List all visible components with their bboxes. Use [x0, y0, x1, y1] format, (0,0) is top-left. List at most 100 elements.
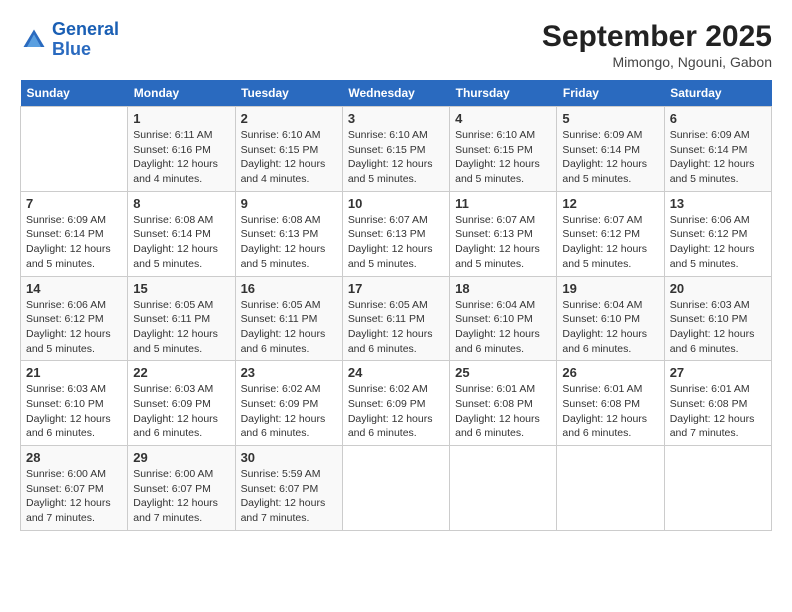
day-cell: 30 Sunrise: 5:59 AM Sunset: 6:07 PM Dayli… [235, 446, 342, 531]
calendar-subtitle: Mimongo, Ngouni, Gabon [542, 54, 772, 70]
title-block: September 2025 Mimongo, Ngouni, Gabon [542, 20, 772, 70]
day-cell: 25 Sunrise: 6:01 AM Sunset: 6:08 PM Dayli… [450, 361, 557, 446]
day-cell: 22 Sunrise: 6:03 AM Sunset: 6:09 PM Dayli… [128, 361, 235, 446]
header-row: SundayMondayTuesdayWednesdayThursdayFrid… [21, 80, 772, 107]
day-number: 21 [26, 365, 122, 380]
day-number: 11 [455, 196, 551, 211]
day-info: Sunrise: 6:00 AM Sunset: 6:07 PM Dayligh… [26, 467, 122, 526]
day-number: 8 [133, 196, 229, 211]
day-number: 10 [348, 196, 444, 211]
day-info: Sunrise: 6:03 AM Sunset: 6:10 PM Dayligh… [26, 382, 122, 441]
day-cell: 21 Sunrise: 6:03 AM Sunset: 6:10 PM Dayli… [21, 361, 128, 446]
day-cell [664, 446, 771, 531]
day-cell: 13 Sunrise: 6:06 AM Sunset: 6:12 PM Dayli… [664, 191, 771, 276]
day-cell: 10 Sunrise: 6:07 AM Sunset: 6:13 PM Dayli… [342, 191, 449, 276]
logo-text: General Blue [52, 20, 119, 60]
week-row-2: 7 Sunrise: 6:09 AM Sunset: 6:14 PM Daylig… [21, 191, 772, 276]
day-cell: 17 Sunrise: 6:05 AM Sunset: 6:11 PM Dayli… [342, 276, 449, 361]
day-number: 17 [348, 281, 444, 296]
day-cell: 14Sunrise: 6:06 AM Sunset: 6:12 PM Dayli… [21, 276, 128, 361]
day-info: Sunrise: 6:07 AM Sunset: 6:13 PM Dayligh… [348, 213, 444, 272]
day-info: Sunrise: 6:10 AM Sunset: 6:15 PM Dayligh… [241, 128, 337, 187]
header-cell-wednesday: Wednesday [342, 80, 449, 107]
day-cell: 4Sunrise: 6:10 AM Sunset: 6:15 PM Daylig… [450, 107, 557, 192]
week-row-5: 28Sunrise: 6:00 AM Sunset: 6:07 PM Dayli… [21, 446, 772, 531]
day-number: 12 [562, 196, 658, 211]
day-cell [557, 446, 664, 531]
day-info: Sunrise: 6:09 AM Sunset: 6:14 PM Dayligh… [670, 128, 766, 187]
day-cell: 2 Sunrise: 6:10 AM Sunset: 6:15 PM Daylig… [235, 107, 342, 192]
logo-line1: General [52, 19, 119, 39]
day-cell: 19Sunrise: 6:04 AM Sunset: 6:10 PM Dayli… [557, 276, 664, 361]
day-cell: 24 Sunrise: 6:02 AM Sunset: 6:09 PM Dayli… [342, 361, 449, 446]
calendar-title: September 2025 [542, 20, 772, 54]
day-cell: 15 Sunrise: 6:05 AM Sunset: 6:11 PM Dayli… [128, 276, 235, 361]
day-number: 9 [241, 196, 337, 211]
day-cell: 23 Sunrise: 6:02 AM Sunset: 6:09 PM Dayli… [235, 361, 342, 446]
day-number: 20 [670, 281, 766, 296]
day-info: Sunrise: 5:59 AM Sunset: 6:07 PM Dayligh… [241, 467, 337, 526]
day-cell: 29 Sunrise: 6:00 AM Sunset: 6:07 PM Dayli… [128, 446, 235, 531]
day-info: Sunrise: 6:05 AM Sunset: 6:11 PM Dayligh… [348, 298, 444, 357]
day-number: 4 [455, 111, 551, 126]
day-number: 24 [348, 365, 444, 380]
day-info: Sunrise: 6:01 AM Sunset: 6:08 PM Dayligh… [670, 382, 766, 441]
day-cell: 9 Sunrise: 6:08 AM Sunset: 6:13 PM Daylig… [235, 191, 342, 276]
logo: General Blue [20, 20, 119, 60]
day-info: Sunrise: 6:06 AM Sunset: 6:12 PM Dayligh… [26, 298, 122, 357]
day-info: Sunrise: 6:01 AM Sunset: 6:08 PM Dayligh… [455, 382, 551, 441]
day-info: Sunrise: 6:02 AM Sunset: 6:09 PM Dayligh… [241, 382, 337, 441]
day-info: Sunrise: 6:09 AM Sunset: 6:14 PM Dayligh… [26, 213, 122, 272]
header-cell-tuesday: Tuesday [235, 80, 342, 107]
week-row-1: 1 Sunrise: 6:11 AM Sunset: 6:16 PM Daylig… [21, 107, 772, 192]
day-number: 15 [133, 281, 229, 296]
day-info: Sunrise: 6:09 AM Sunset: 6:14 PM Dayligh… [562, 128, 658, 187]
day-cell: 7 Sunrise: 6:09 AM Sunset: 6:14 PM Daylig… [21, 191, 128, 276]
day-info: Sunrise: 6:04 AM Sunset: 6:10 PM Dayligh… [455, 298, 551, 357]
day-info: Sunrise: 6:06 AM Sunset: 6:12 PM Dayligh… [670, 213, 766, 272]
day-info: Sunrise: 6:11 AM Sunset: 6:16 PM Dayligh… [133, 128, 229, 187]
day-number: 30 [241, 450, 337, 465]
day-cell: 20 Sunrise: 6:03 AM Sunset: 6:10 PM Dayli… [664, 276, 771, 361]
day-number: 16 [241, 281, 337, 296]
day-cell: 28Sunrise: 6:00 AM Sunset: 6:07 PM Dayli… [21, 446, 128, 531]
day-info: Sunrise: 6:03 AM Sunset: 6:10 PM Dayligh… [670, 298, 766, 357]
day-info: Sunrise: 6:00 AM Sunset: 6:07 PM Dayligh… [133, 467, 229, 526]
day-cell: 6Sunrise: 6:09 AM Sunset: 6:14 PM Daylig… [664, 107, 771, 192]
day-cell: 3Sunrise: 6:10 AM Sunset: 6:15 PM Daylig… [342, 107, 449, 192]
day-info: Sunrise: 6:10 AM Sunset: 6:15 PM Dayligh… [348, 128, 444, 187]
day-cell [450, 446, 557, 531]
day-info: Sunrise: 6:08 AM Sunset: 6:13 PM Dayligh… [241, 213, 337, 272]
header-cell-monday: Monday [128, 80, 235, 107]
day-number: 13 [670, 196, 766, 211]
day-number: 29 [133, 450, 229, 465]
day-cell: 16 Sunrise: 6:05 AM Sunset: 6:11 PM Dayli… [235, 276, 342, 361]
day-number: 1 [133, 111, 229, 126]
page-header: General Blue September 2025 Mimongo, Ngo… [20, 20, 772, 70]
header-cell-sunday: Sunday [21, 80, 128, 107]
day-cell [342, 446, 449, 531]
day-number: 5 [562, 111, 658, 126]
day-info: Sunrise: 6:07 AM Sunset: 6:13 PM Dayligh… [455, 213, 551, 272]
day-number: 25 [455, 365, 551, 380]
day-number: 22 [133, 365, 229, 380]
day-number: 7 [26, 196, 122, 211]
day-cell: 18Sunrise: 6:04 AM Sunset: 6:10 PM Dayli… [450, 276, 557, 361]
day-cell: 11 Sunrise: 6:07 AM Sunset: 6:13 PM Dayli… [450, 191, 557, 276]
header-cell-saturday: Saturday [664, 80, 771, 107]
day-info: Sunrise: 6:02 AM Sunset: 6:09 PM Dayligh… [348, 382, 444, 441]
day-number: 2 [241, 111, 337, 126]
day-info: Sunrise: 6:05 AM Sunset: 6:11 PM Dayligh… [241, 298, 337, 357]
day-info: Sunrise: 6:03 AM Sunset: 6:09 PM Dayligh… [133, 382, 229, 441]
day-cell [21, 107, 128, 192]
logo-icon [20, 26, 48, 54]
day-number: 23 [241, 365, 337, 380]
day-number: 27 [670, 365, 766, 380]
day-cell: 12Sunrise: 6:07 AM Sunset: 6:12 PM Dayli… [557, 191, 664, 276]
day-cell: 1 Sunrise: 6:11 AM Sunset: 6:16 PM Daylig… [128, 107, 235, 192]
logo-line2: Blue [52, 39, 91, 59]
day-info: Sunrise: 6:05 AM Sunset: 6:11 PM Dayligh… [133, 298, 229, 357]
day-cell: 27 Sunrise: 6:01 AM Sunset: 6:08 PM Dayli… [664, 361, 771, 446]
day-cell: 5 Sunrise: 6:09 AM Sunset: 6:14 PM Daylig… [557, 107, 664, 192]
day-cell: 26Sunrise: 6:01 AM Sunset: 6:08 PM Dayli… [557, 361, 664, 446]
